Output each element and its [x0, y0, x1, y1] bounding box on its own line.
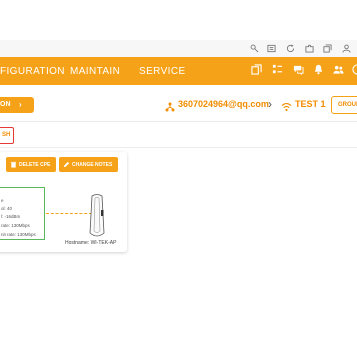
- left-action-button[interactable]: ON ›: [0, 97, 34, 113]
- trash-icon: [10, 161, 17, 168]
- nav-maintain[interactable]: MAINTAIN: [70, 66, 120, 77]
- divider: [0, 147, 357, 148]
- info-line: rate: 130Mbps: [1, 223, 30, 228]
- profile-icon[interactable]: [342, 44, 351, 53]
- info-line: nit rate: 130Mbps: [1, 232, 36, 237]
- change-notes-label: CHANGE NOTES: [72, 162, 113, 168]
- delete-cpe-button[interactable]: DELETE CPE: [6, 157, 56, 172]
- account-email[interactable]: 3607024964@qq.com: [178, 99, 269, 109]
- chat-icon[interactable]: [293, 64, 304, 75]
- nav-service[interactable]: SERVICE: [139, 66, 186, 77]
- users-icon[interactable]: [333, 64, 344, 75]
- delete-cpe-label: DELETE CPE: [19, 162, 51, 168]
- refresh-button[interactable]: SH: [0, 127, 14, 144]
- collections-icon[interactable]: [323, 44, 332, 53]
- copy-icon[interactable]: [251, 64, 262, 75]
- pencil-icon: [63, 161, 70, 168]
- info-line: ol: 40: [1, 206, 13, 211]
- connection-line: [46, 213, 92, 214]
- network-name[interactable]: TEST 1: [295, 99, 326, 109]
- device-info-box: e ol: 40 l: -16dBm rate: 130Mbps nit rat…: [0, 187, 45, 240]
- info-line: e: [1, 198, 4, 203]
- info-line: l: -16dBm: [1, 214, 21, 219]
- list-icon[interactable]: [272, 64, 283, 75]
- browser-toolbar: [0, 40, 357, 58]
- refresh-icon[interactable]: [286, 44, 295, 53]
- chevron-right-icon: ›: [268, 97, 272, 111]
- network-tree-icon: [165, 99, 175, 112]
- access-point-icon[interactable]: [88, 193, 106, 239]
- user-icon[interactable]: [352, 64, 357, 75]
- group-button[interactable]: GROUP: [331, 96, 357, 114]
- device-hostname: Hostname: WI-TEK-AP: [65, 240, 117, 246]
- left-action-label: ON: [0, 101, 11, 108]
- reader-icon[interactable]: [267, 44, 276, 53]
- bell-icon[interactable]: [313, 64, 324, 75]
- top-navigation: FIGURATION MAINTAIN SERVICE: [0, 57, 357, 85]
- chevron-right-icon: ›: [19, 100, 22, 109]
- wifi-icon: [281, 99, 292, 112]
- key-icon[interactable]: [250, 44, 259, 53]
- nav-configuration[interactable]: FIGURATION: [0, 66, 65, 77]
- puzzle-icon[interactable]: [305, 44, 314, 53]
- change-notes-button[interactable]: CHANGE NOTES: [59, 157, 118, 172]
